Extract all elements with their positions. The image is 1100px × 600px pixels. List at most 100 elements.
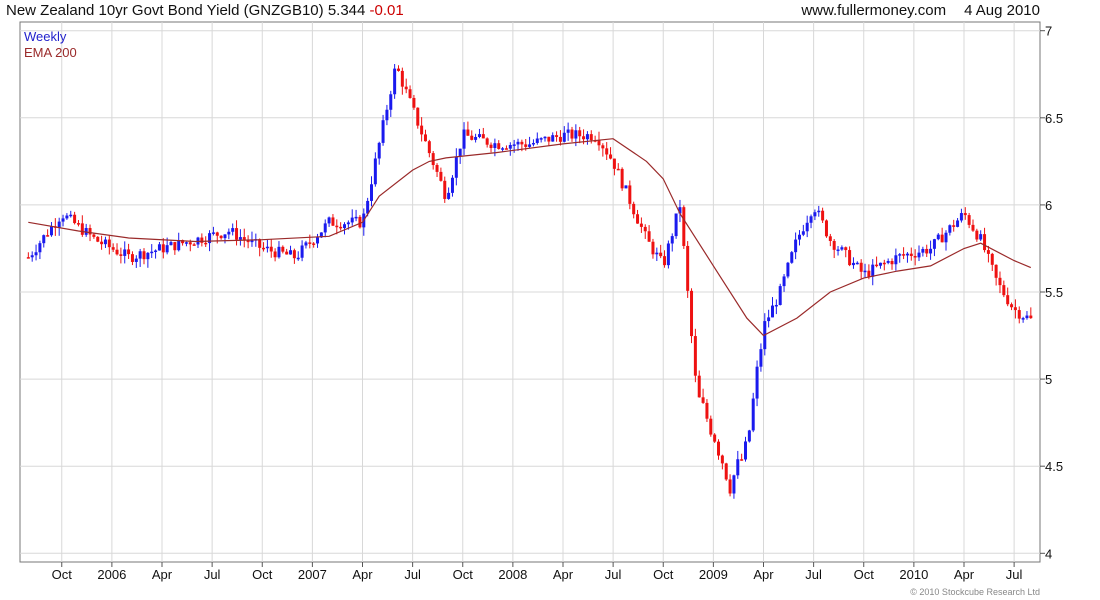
bar-body [832,240,836,250]
bar-body [262,247,266,250]
bar-body [308,242,312,244]
bar-body [300,245,304,258]
bar-body [323,223,327,233]
bar-body [227,231,231,235]
bar-body [994,264,998,278]
bar-body [400,70,404,87]
x-tick-label: 2006 [97,567,126,582]
weekly-bar [690,288,694,344]
bar-body [944,232,948,243]
bar-body [42,235,46,244]
bar-body [666,243,670,266]
bar-body [859,262,863,272]
bar-body [466,129,470,136]
bar-body [882,262,886,265]
bar-body [427,141,431,154]
bar-body [983,234,987,251]
bar-body [620,168,624,189]
bar-body [639,223,643,227]
y-tick-label: 4 [1045,546,1052,561]
weekly-bar [713,433,717,443]
weekly-bar [358,215,362,229]
bar-body [697,375,701,398]
x-tick-label: 2008 [498,567,527,582]
x-tick-label: Jul [404,567,421,582]
bar-body [636,214,640,224]
bar-body [709,418,713,435]
weekly-bar [674,213,678,239]
x-tick-label: 2010 [899,567,928,582]
x-tick-label: Oct [453,567,474,582]
bar-body [759,349,763,367]
bar-body [223,234,227,239]
bar-body [566,129,570,133]
bar-body [154,250,158,253]
bar-body [242,237,246,240]
bar-body [512,144,516,146]
bar-body [975,230,979,240]
bar-body [805,222,809,232]
bar-body [558,136,562,142]
bar-body [34,252,38,256]
bar-body [871,264,875,277]
bar-body [389,94,393,110]
bar-body [134,258,138,262]
bar-body [312,243,316,245]
bar-body [100,241,104,245]
weekly-bar [416,107,420,129]
bar-body [551,135,555,142]
bar-body [420,125,424,135]
bar-body [836,249,840,252]
x-tick-label: Oct [854,567,875,582]
bar-body [717,441,721,456]
bar-body [956,220,960,227]
weekly-bar [747,429,751,443]
bar-body [107,239,111,248]
bar-body [948,225,952,233]
bar-body [46,235,50,237]
bar-body [285,251,289,255]
bar-body [817,210,821,213]
x-tick-label: Oct [653,567,674,582]
bar-body [481,134,485,139]
bar-body [150,251,154,254]
x-tick-label: Apr [352,567,373,582]
bar-body [713,434,717,442]
bar-body [605,148,609,155]
bar-body [570,129,574,139]
bar-body [493,143,497,149]
bar-body [281,246,285,252]
bar-body [49,226,53,236]
bar-body [535,138,539,143]
bar-body [354,216,358,219]
bar-body [967,215,971,225]
legend-weekly: Weekly [24,29,67,44]
bar-body [296,257,300,260]
y-axis-ticks: 4 4.5 5 5.5 6 6.5 7 [1040,24,1063,561]
x-tick-label: Jul [605,567,622,582]
weekly-bar [778,283,782,306]
weekly-bar [620,167,624,191]
bar-body [1025,315,1029,319]
bar-body [844,247,848,251]
bar-body [890,261,894,265]
x-tick-label: 2007 [298,567,327,582]
bar-body [381,120,385,143]
bar-body [454,156,458,178]
bar-body [346,222,350,225]
bar-body [663,256,667,266]
bar-body [863,270,867,273]
bar-body [643,226,647,232]
x-tick-label: Jul [805,567,822,582]
bar-body [531,142,535,145]
bar-body [936,234,940,240]
bar-body [670,236,674,244]
bar-body [393,68,397,95]
x-tick-label: Apr [553,567,574,582]
bar-body [913,256,917,258]
copyright-notice: © 2010 Stockcube Research Ltd [910,587,1040,597]
bar-body [161,244,165,253]
bar-body [130,254,134,262]
bar-body [909,253,913,257]
bond-yield-chart: 4 4.5 5 5.5 6 6.5 7 Oct 2006 Apr Jul Oct 2007 Apr Jul… [19,21,1063,582]
